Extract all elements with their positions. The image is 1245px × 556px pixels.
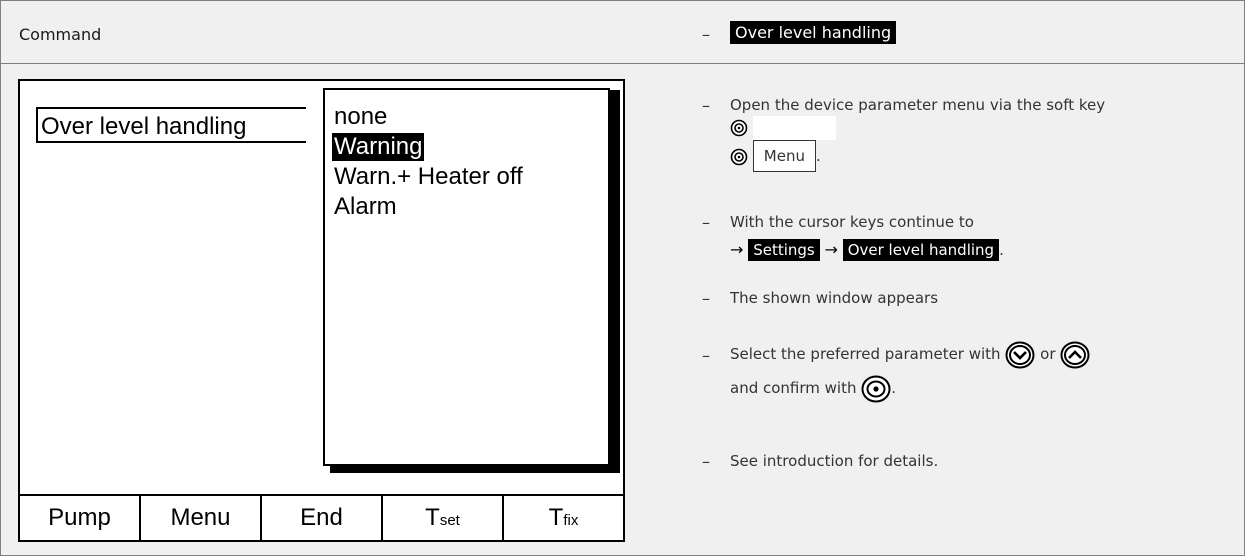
bullet-dash: –: [702, 346, 710, 365]
softkey-pump[interactable]: Pump: [20, 496, 141, 542]
arrow-up-key-icon: [1060, 341, 1090, 368]
bullet-dash: –: [702, 213, 710, 232]
softkey-tset-sub: set: [439, 512, 460, 529]
step-cursor-keys: With the cursor keys continue to → Setti…: [730, 211, 1230, 261]
menu-softkey-box: Menu: [752, 140, 816, 172]
arrow-icon: →: [824, 240, 838, 259]
arrow-icon: →: [730, 240, 744, 259]
option-alarm[interactable]: Alarm: [334, 193, 397, 221]
title-highlight: Over level handling: [730, 21, 897, 44]
blank-key-box: [752, 116, 836, 140]
knob-icon: [730, 119, 748, 137]
parameter-label: Over level handling: [36, 107, 306, 143]
menu-path: → Settings → Over level handling.: [730, 239, 1004, 261]
or-text: or: [1040, 345, 1056, 363]
softkey-tfix-sub: fix: [563, 512, 579, 529]
bullet-dash: –: [702, 452, 710, 471]
option-warn-heater-off[interactable]: Warn.+ Heater off: [334, 163, 523, 191]
path-settings: Settings: [748, 239, 820, 261]
period: .: [999, 241, 1004, 259]
period: .: [815, 147, 821, 165]
bullet-dash: –: [702, 25, 710, 44]
bullet-dash: –: [702, 96, 710, 115]
option-none[interactable]: none: [334, 103, 387, 131]
arrow-down-key-icon: [1005, 341, 1035, 368]
step-window-appears: The shown window appears: [730, 289, 939, 307]
options-popup: none Warning Warn.+ Heater off Alarm: [323, 88, 610, 466]
step-open-menu: Open the device parameter menu via the s…: [730, 94, 1230, 172]
bullet-dash: –: [702, 289, 710, 308]
step-open-menu-text: Open the device parameter menu via the s…: [730, 96, 1106, 114]
device-display: Over level handling none Warning Warn.+ …: [18, 79, 625, 542]
step-see-introduction: See introduction for details.: [730, 452, 939, 470]
step-select-parameter: Select the preferred parameter with or a…: [730, 337, 1240, 405]
softkey-tfix[interactable]: Tfix: [504, 496, 623, 542]
step-cursor-text: With the cursor keys continue to: [730, 213, 974, 231]
softkey-tset[interactable]: Tset: [383, 496, 504, 542]
softkey-end-label: End: [300, 504, 343, 531]
softkey-bar: Pump Menu End Tset Tfix: [20, 494, 623, 542]
path-over-level: Over level handling: [842, 239, 1000, 261]
option-warning-selected[interactable]: Warning: [332, 133, 425, 161]
knob-icon: [730, 148, 748, 165]
period: .: [891, 379, 897, 397]
softkey-end[interactable]: End: [262, 496, 383, 542]
title-highlight-text: Over level handling: [730, 21, 897, 44]
softkey-tfix-label: T: [548, 504, 564, 531]
softkey-menu[interactable]: Menu: [141, 496, 262, 542]
table-header-row: Command – Over level handling: [1, 1, 1244, 64]
command-heading: Command: [19, 25, 102, 44]
softkey-menu-label: Menu: [170, 504, 231, 531]
instruction-table: Command – Over level handling Over level…: [0, 0, 1245, 556]
confirm-text: and confirm with: [730, 379, 857, 397]
step-select-text: Select the preferred parameter with: [730, 345, 1001, 363]
softkey-tset-label: T: [425, 504, 440, 531]
enter-knob-icon: [861, 375, 891, 402]
softkey-pump-label: Pump: [48, 504, 111, 531]
